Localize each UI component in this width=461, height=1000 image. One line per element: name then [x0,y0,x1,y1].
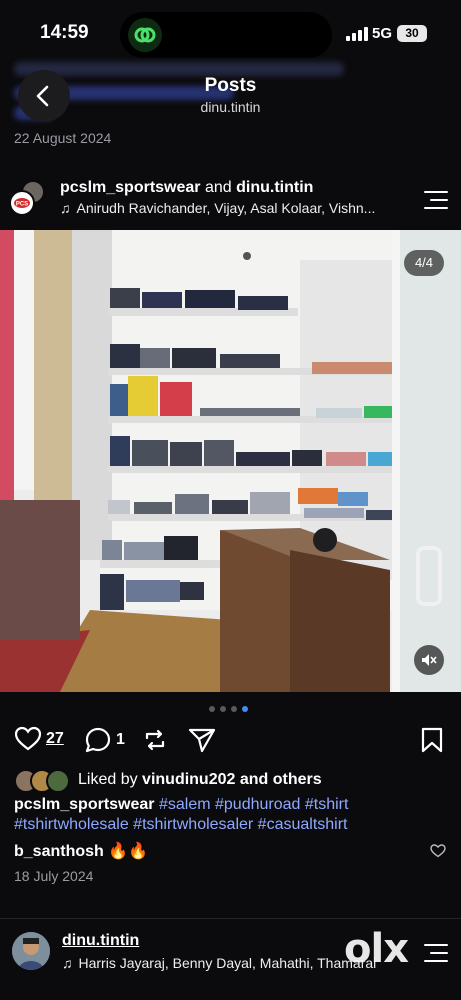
avatar [46,769,70,793]
post-menu-button[interactable] [420,191,448,209]
caption-hashtags[interactable]: #tshirtwholesale #tshirtwholesaler #casu… [14,816,348,833]
battery-icon: 30 [397,25,427,42]
repost-button[interactable] [141,726,169,754]
collaborator-username[interactable]: dinu.tintin [236,179,313,196]
music-note-icon: ♫ [62,955,73,971]
previous-post-date: 22 August 2024 [14,130,112,146]
comment-text: 🔥🔥 [108,843,149,860]
author-joiner: and [204,179,232,196]
send-icon [188,728,216,753]
comments-count[interactable]: 1 [116,731,125,749]
caption-username[interactable]: pcslm_sportswear [14,796,155,813]
call-activity-icon[interactable] [128,18,162,52]
repost-icon [145,729,165,751]
network-type: 5G [372,25,393,42]
liked-by-suffix[interactable]: and others [240,771,322,788]
status-time: 14:59 [40,22,89,43]
carousel-dot [220,706,226,712]
post-author-avatars[interactable]: PCS [9,180,49,216]
divider [0,918,461,919]
comment-button[interactable]: 1 [84,726,125,754]
next-post-username[interactable]: dinu.tintin [62,932,139,950]
dynamic-island [120,12,332,58]
share-button[interactable] [187,726,217,754]
post-caption: pcslm_sportswear #salem #pudhuroad #tshi… [14,795,454,835]
like-button[interactable]: 27 [14,726,64,752]
post-music[interactable]: ♫ Anirudh Ravichander, Vijay, Asal Kolaar… [60,200,412,216]
post-authors[interactable]: pcslm_sportswear and dinu.tintin [60,179,313,197]
likes-count[interactable]: 27 [46,730,64,748]
avatar: PCS [9,190,35,216]
olx-watermark: olx [344,926,409,972]
mute-button[interactable] [414,645,444,675]
liked-by-text[interactable]: Liked by vinudinu202 and others [78,771,322,789]
liked-by-prefix: Liked by [78,771,138,788]
carousel-dot [209,706,215,712]
comment-username[interactable]: b_santhosh [14,843,104,860]
save-button[interactable] [420,726,444,754]
avatar[interactable] [12,932,50,970]
back-button[interactable] [18,70,70,122]
music-credit: Harris Jayaraj, Benny Dayal, Mahathi, Th… [78,955,377,971]
liked-by-user[interactable]: vinudinu202 [142,771,235,788]
signal-icon [346,27,368,41]
svg-text:PCS: PCS [16,202,28,208]
caption-hashtags[interactable]: #salem #pudhuroad #tshirt [159,796,348,813]
comment-like-icon[interactable] [430,844,446,858]
author-username[interactable]: pcslm_sportswear [60,179,201,196]
carousel-indicator [209,706,248,712]
liker-avatars[interactable] [14,769,74,793]
media-counter-badge: 4/4 [404,250,444,276]
chevron-left-icon [36,85,49,107]
carousel-dot-active [242,706,248,712]
blurred-caption-line [14,62,344,76]
post-action-bar: 27 1 [0,726,461,756]
music-note-icon: ♫ [60,200,71,216]
carousel-dot [231,706,237,712]
bookmark-icon [421,727,443,753]
post-menu-button[interactable] [420,944,448,962]
comment-icon [85,727,111,753]
post-date: 18 July 2024 [14,868,94,884]
next-post-music[interactable]: ♫ Harris Jayaraj, Benny Dayal, Mahathi, T… [62,955,392,971]
post-image[interactable] [0,230,461,692]
status-bar: 14:59 5G 30 [0,0,461,66]
music-credit: Anirudh Ravichander, Vijay, Asal Kolaar,… [76,200,376,216]
store-interior-image [0,230,461,692]
speaker-muted-icon [422,654,437,666]
heart-icon [14,726,42,751]
comment-preview[interactable]: b_santhosh 🔥🔥 [14,841,148,861]
